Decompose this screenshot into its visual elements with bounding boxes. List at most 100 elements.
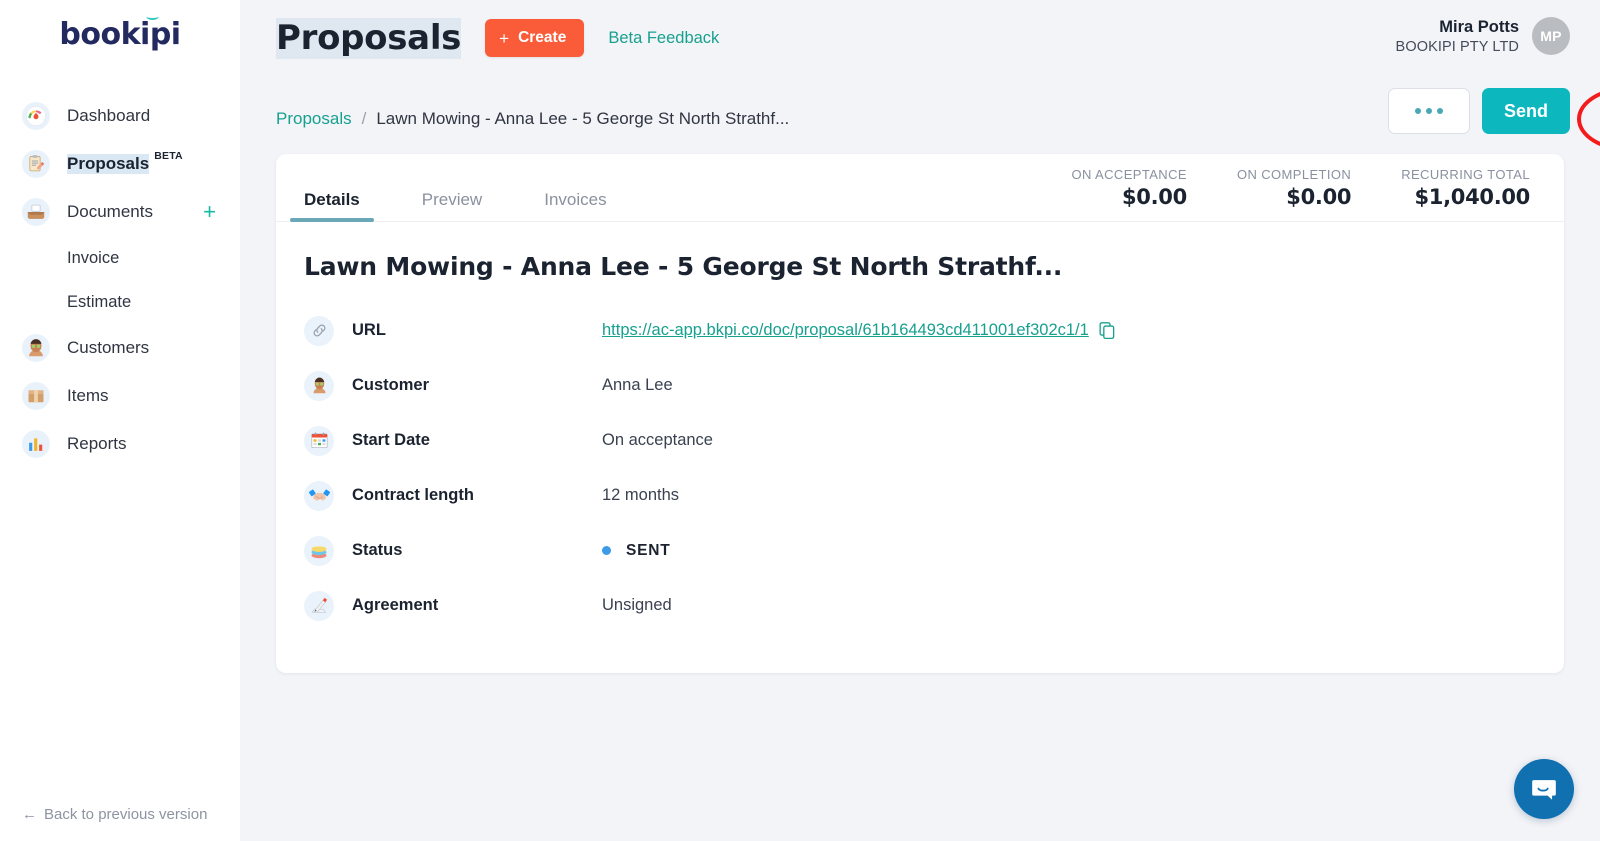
create-button-label: Create xyxy=(518,29,567,47)
total-on-acceptance-value: $0.00 xyxy=(1122,185,1187,209)
detail-label-url: URL xyxy=(352,321,386,339)
plus-icon: + xyxy=(499,28,510,48)
handshake-icon xyxy=(304,480,334,511)
breadcrumb-separator: / xyxy=(361,109,367,128)
more-options-button[interactable] xyxy=(1387,88,1470,134)
sidebar-item-estimate[interactable]: Estimate xyxy=(0,280,240,324)
dot-3-icon xyxy=(1436,108,1443,114)
add-document-button[interactable]: + xyxy=(203,201,222,223)
proposal-url-link[interactable]: https://ac-app.bkpi.co/doc/proposal/61b1… xyxy=(602,321,1089,340)
tab-details[interactable]: Details xyxy=(290,191,374,222)
card-header: Details Preview Invoices ON ACCEPTANCE $… xyxy=(276,154,1564,222)
detail-label-status: Status xyxy=(352,541,403,559)
user-text: Mira Potts BOOKIPI PTY LTD xyxy=(1396,17,1519,56)
beta-badge: BETA xyxy=(154,150,183,162)
detail-value-customer: Anna Lee xyxy=(602,376,673,394)
detail-value-status-wrap: SENT xyxy=(602,542,671,560)
customers-person-icon xyxy=(22,334,50,362)
detail-row-customer: Customer Anna Lee xyxy=(304,358,1530,413)
sidebar-label-customers: Customers xyxy=(67,338,150,357)
documents-tray-icon xyxy=(22,198,50,226)
dashboard-gauge-icon xyxy=(22,102,50,130)
create-button[interactable]: + Create xyxy=(485,19,585,58)
user-menu[interactable]: Mira Potts BOOKIPI PTY LTD MP xyxy=(1396,17,1570,56)
calendar-icon xyxy=(304,425,334,456)
logo-container[interactable]: bookipi xyxy=(0,0,240,78)
sidebar-label-items: Items xyxy=(67,386,109,405)
intercom-chat-launcher[interactable] xyxy=(1514,759,1574,819)
total-on-completion: ON COMPLETION $0.00 xyxy=(1236,167,1352,209)
app-root: bookipi Dashboard Proposals BETA Documen… xyxy=(0,0,1600,841)
logo-breve-icon xyxy=(145,13,159,20)
avatar[interactable]: MP xyxy=(1532,17,1570,56)
chat-bubble-icon xyxy=(1532,780,1556,800)
totals-summary: ON ACCEPTANCE $0.00 ON COMPLETION $0.00 … xyxy=(1071,167,1530,221)
tab-invoices[interactable]: Invoices xyxy=(530,191,620,221)
page-title: Proposals xyxy=(276,18,462,59)
sidebar-item-documents[interactable]: Documents + xyxy=(0,188,240,236)
status-badge: SENT xyxy=(626,541,671,559)
detail-label-agreement: Agreement xyxy=(352,596,439,614)
document-title: Lawn Mowing - Anna Lee - 5 George St Nor… xyxy=(304,252,1063,281)
user-company: BOOKIPI PTY LTD xyxy=(1395,38,1519,55)
total-on-acceptance: ON ACCEPTANCE $0.00 xyxy=(1071,167,1187,209)
detail-label-contract-length: Contract length xyxy=(352,486,474,504)
back-to-previous-version-link[interactable]: ← Back to previous version xyxy=(0,806,240,841)
detail-value-contract-length: 12 months xyxy=(602,486,680,504)
person-icon xyxy=(304,370,334,401)
total-on-acceptance-label: ON ACCEPTANCE xyxy=(1071,167,1187,182)
detail-row-contract-length: Contract length 12 months xyxy=(304,468,1530,523)
sidebar-label-documents: Documents xyxy=(67,202,153,221)
tab-preview[interactable]: Preview xyxy=(408,191,496,221)
sidebar-label-estimate: Estimate xyxy=(67,292,132,311)
signature-pen-icon xyxy=(304,590,334,621)
proposal-clipboard-icon xyxy=(22,150,50,178)
sidebar-item-customers[interactable]: Customers xyxy=(0,324,240,372)
sidebar-item-invoice[interactable]: Invoice xyxy=(0,236,240,280)
detail-value-url-wrap: https://ac-app.bkpi.co/doc/proposal/61b1… xyxy=(602,321,1115,340)
total-recurring-value: $1,040.00 xyxy=(1414,185,1530,209)
status-dot-icon xyxy=(602,546,611,555)
breadcrumb-parent-link[interactable]: Proposals xyxy=(276,109,352,129)
back-label: Back to previous version xyxy=(44,806,208,823)
topbar: Proposals + Create Beta Feedback Mira Po… xyxy=(240,0,1600,88)
sidebar-label-dashboard: Dashboard xyxy=(67,106,151,125)
total-on-completion-label: ON COMPLETION xyxy=(1236,167,1352,182)
detail-row-start-date: Start Date On acceptance xyxy=(304,413,1530,468)
reports-chart-icon xyxy=(22,430,50,458)
breadcrumb-current: Lawn Mowing - Anna Lee - 5 George St Nor… xyxy=(376,109,790,128)
sidebar-item-dashboard[interactable]: Dashboard xyxy=(0,92,240,140)
card-body: Lawn Mowing - Anna Lee - 5 George St Nor… xyxy=(276,222,1564,673)
sidebar-item-reports[interactable]: Reports xyxy=(0,420,240,468)
breadcrumb: Proposals / Lawn Mowing - Anna Lee - 5 G… xyxy=(240,88,1600,142)
total-on-completion-value: $0.00 xyxy=(1286,185,1352,209)
sidebar-nav: Dashboard Proposals BETA Documents + Inv… xyxy=(0,92,240,468)
detail-value-agreement: Unsigned xyxy=(602,596,672,614)
sidebar-label-reports: Reports xyxy=(67,434,127,453)
bookipi-logo[interactable]: bookipi xyxy=(59,17,181,52)
sidebar: bookipi Dashboard Proposals BETA Documen… xyxy=(0,0,240,841)
beta-feedback-link[interactable]: Beta Feedback xyxy=(608,29,719,48)
main-content: Proposals + Create Beta Feedback Mira Po… xyxy=(240,0,1600,841)
logo-text: bookipi xyxy=(59,17,181,52)
detail-row-url: URL https://ac-app.bkpi.co/doc/proposal/… xyxy=(304,303,1530,358)
sidebar-item-items[interactable]: Items xyxy=(0,372,240,420)
copy-icon[interactable] xyxy=(1099,322,1115,340)
sidebar-label-proposals: Proposals xyxy=(67,154,150,174)
sidebar-item-proposals[interactable]: Proposals BETA xyxy=(0,140,240,188)
total-recurring-label: RECURRING TOTAL xyxy=(1401,167,1530,182)
detail-label-start-date: Start Date xyxy=(352,431,430,449)
link-icon xyxy=(304,315,334,346)
action-buttons: Send xyxy=(1387,88,1570,134)
sidebar-label-invoice: Invoice xyxy=(67,248,120,267)
send-button[interactable]: Send xyxy=(1481,88,1570,134)
detail-row-status: Status SENT xyxy=(304,523,1530,578)
detail-row-agreement: Agreement Unsigned xyxy=(304,578,1530,633)
total-recurring: RECURRING TOTAL $1,040.00 xyxy=(1401,167,1530,209)
proposal-detail-card: Details Preview Invoices ON ACCEPTANCE $… xyxy=(276,154,1564,673)
user-name: Mira Potts xyxy=(1439,18,1519,36)
layers-icon xyxy=(304,535,334,566)
detail-label-customer: Customer xyxy=(352,376,430,394)
dot-1-icon xyxy=(1414,108,1421,114)
back-arrow-icon: ← xyxy=(22,806,37,823)
